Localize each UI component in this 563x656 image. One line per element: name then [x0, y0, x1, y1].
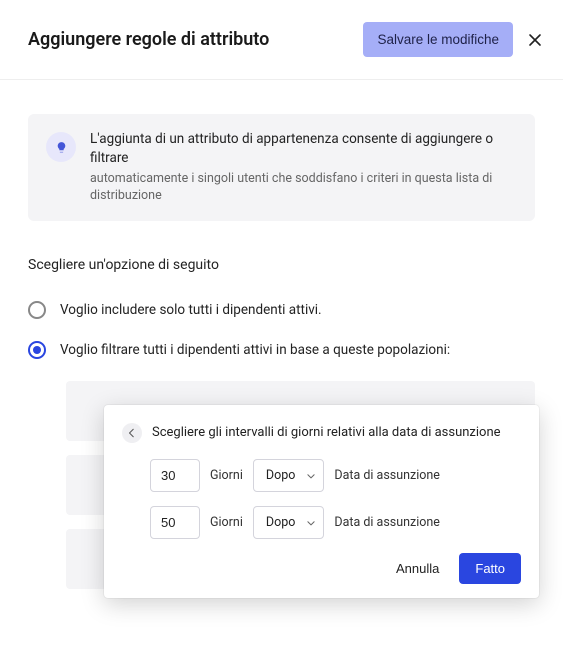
page-title: Aggiungere regole di attributo	[28, 29, 269, 50]
header: Aggiungere regole di attributo Salvare l…	[0, 0, 563, 80]
radio-icon	[28, 301, 46, 319]
days-input[interactable]	[150, 506, 200, 539]
lightbulb-icon	[46, 132, 76, 162]
info-line1: L'aggiunta di un attributo di appartenen…	[90, 130, 517, 168]
done-button[interactable]: Fatto	[459, 553, 521, 584]
popup-footer: Annulla Fatto	[122, 553, 521, 584]
direction-value: Dopo	[253, 459, 324, 492]
anchor-label: Data di assunzione	[334, 515, 440, 530]
popup-title: Scegliere gli intervalli di giorni relat…	[152, 425, 501, 440]
direction-select[interactable]: Dopo	[253, 506, 324, 539]
days-unit: Giorni	[210, 515, 243, 530]
info-banner: L'aggiunta di un attributo di appartenen…	[28, 114, 535, 221]
content: L'aggiunta di un attributo di appartenen…	[0, 80, 563, 589]
interval-row: Giorni Dopo Data di assunzione	[150, 459, 521, 492]
direction-select[interactable]: Dopo	[253, 459, 324, 492]
header-actions: Salvare le modifiche	[363, 22, 543, 57]
info-line2: automaticamente i singoli utenti che sod…	[90, 170, 517, 205]
radio-label: Voglio includere solo tutti i dipendenti…	[60, 302, 322, 318]
popup-header: Scegliere gli intervalli di giorni relat…	[122, 423, 521, 443]
days-input[interactable]	[150, 459, 200, 492]
back-icon[interactable]	[122, 423, 142, 443]
filter-area: Scegliere gli intervalli di giorni relat…	[66, 381, 535, 589]
radio-filter-populations[interactable]: Voglio filtrare tutti i dipendenti attiv…	[28, 341, 535, 359]
cancel-button[interactable]: Annulla	[388, 553, 447, 584]
close-icon[interactable]	[527, 32, 543, 48]
radio-group: Voglio includere solo tutti i dipendenti…	[28, 301, 535, 359]
choose-heading: Scegliere un'opzione di seguito	[28, 257, 535, 273]
days-unit: Giorni	[210, 468, 243, 483]
anchor-label: Data di assunzione	[334, 468, 440, 483]
radio-icon	[28, 341, 46, 359]
interval-popup: Scegliere gli intervalli di giorni relat…	[104, 405, 539, 598]
interval-row: Giorni Dopo Data di assunzione	[150, 506, 521, 539]
save-button[interactable]: Salvare le modifiche	[363, 22, 513, 57]
direction-value: Dopo	[253, 506, 324, 539]
radio-label: Voglio filtrare tutti i dipendenti attiv…	[60, 342, 450, 358]
info-text: L'aggiunta di un attributo di appartenen…	[90, 130, 517, 205]
radio-include-all[interactable]: Voglio includere solo tutti i dipendenti…	[28, 301, 535, 319]
